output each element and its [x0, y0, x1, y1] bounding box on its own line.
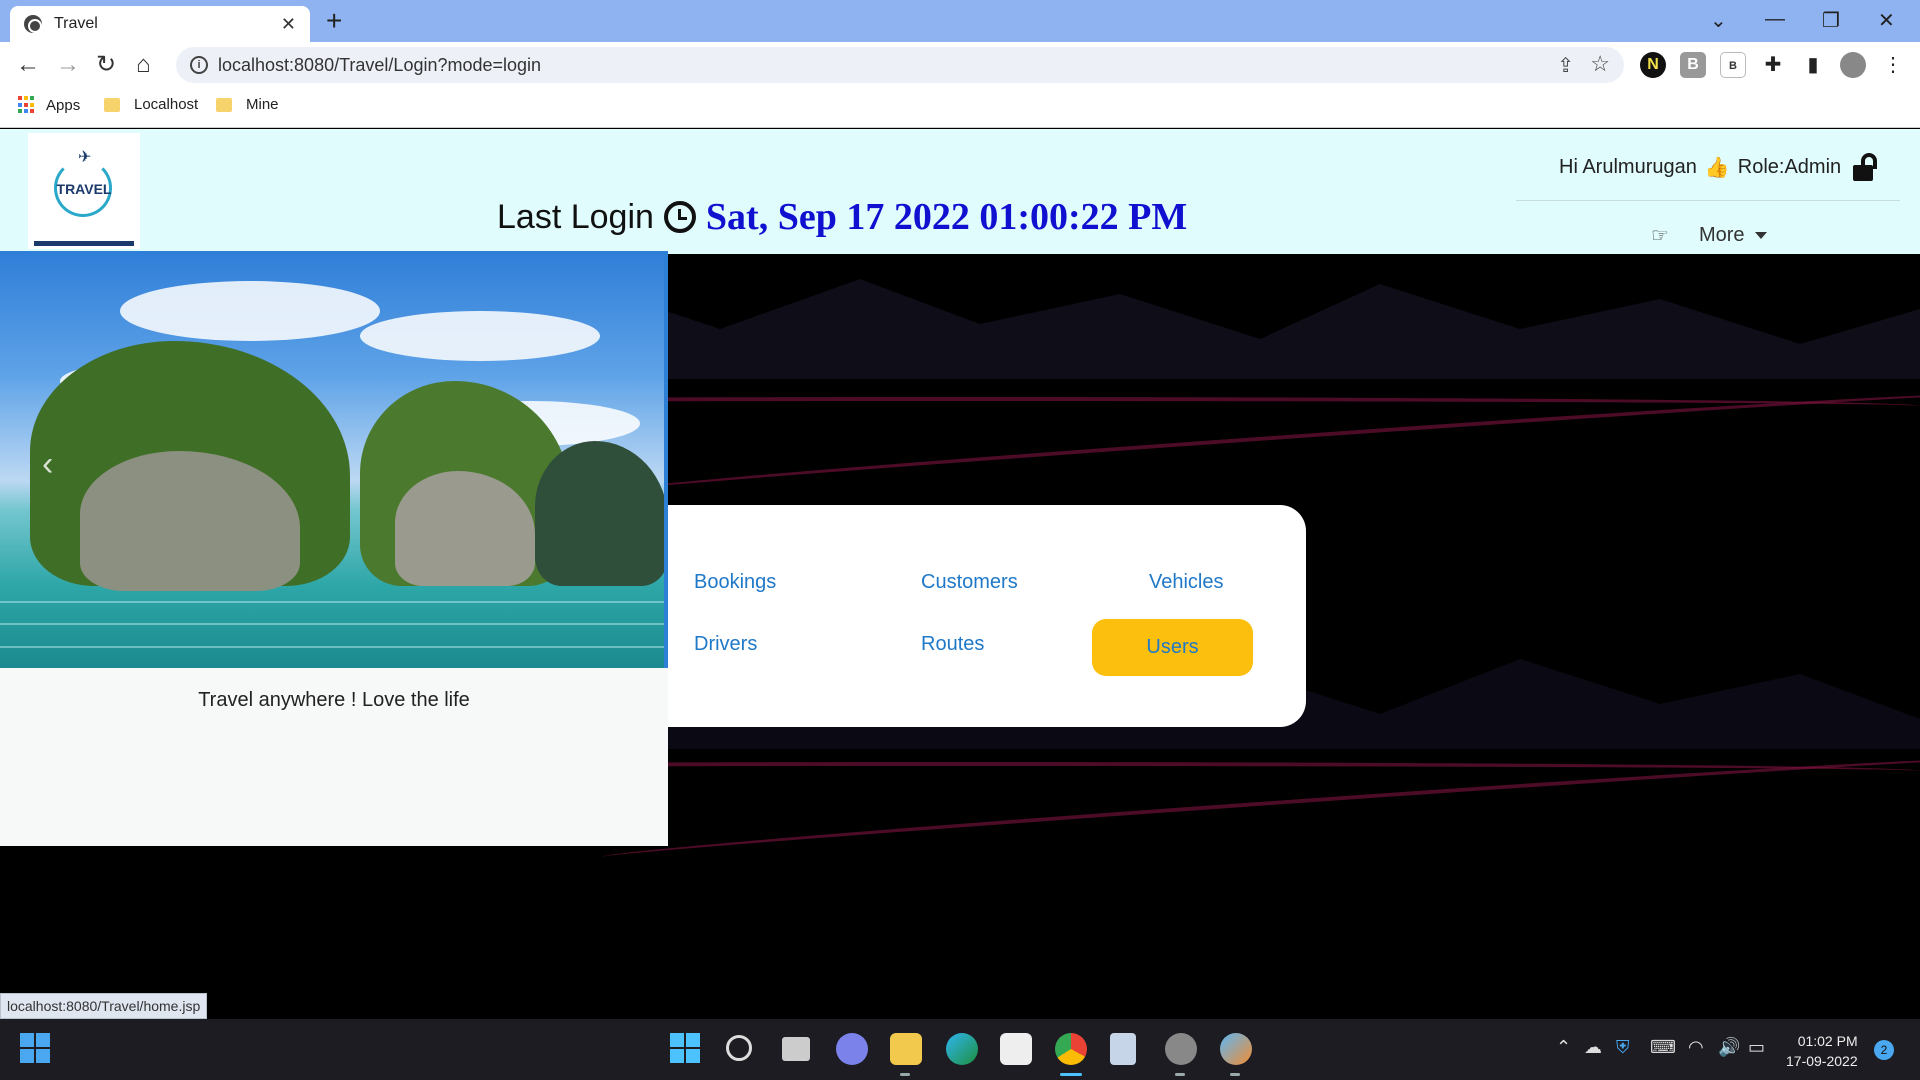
notification-badge[interactable]: 2: [1874, 1040, 1894, 1060]
image-carousel: ‹ Travel anywhere ! Love the life: [0, 251, 668, 846]
side-panel-icon[interactable]: ▮: [1800, 52, 1826, 78]
task-view-icon[interactable]: [782, 1037, 810, 1061]
last-login: Last Login Sat, Sep 17 2022 01:00:22 PM: [497, 195, 1187, 239]
chat-icon[interactable]: [836, 1033, 868, 1065]
extension-b-small-icon[interactable]: B: [1720, 52, 1746, 78]
bookmark-localhost[interactable]: Localhost: [104, 96, 198, 113]
volume-icon[interactable]: 🔊: [1718, 1037, 1740, 1058]
menu-link-vehicles[interactable]: Vehicles: [1149, 571, 1224, 594]
clock-date: 17-09-2022: [1786, 1053, 1858, 1069]
browser-tab-bar: Travel ✕ + ⌄ — ❐ ✕: [0, 0, 1920, 42]
user-greeting: Hi Arulmurugan: [1559, 155, 1697, 178]
logo-text: TRAVEL: [56, 181, 112, 197]
bookmark-label: Apps: [46, 96, 81, 114]
admin-menu-card: Bookings Customers Vehicles Drivers Rout…: [668, 505, 1306, 727]
running-indicator: [1230, 1073, 1240, 1076]
profile-avatar[interactable]: [1840, 52, 1866, 78]
active-indicator: [1060, 1073, 1082, 1076]
back-arrow-icon[interactable]: ←: [16, 50, 40, 80]
carousel-prev-icon[interactable]: ‹: [42, 445, 53, 484]
menu-link-drivers[interactable]: Drivers: [694, 633, 757, 656]
bookmark-label: Mine: [246, 96, 279, 113]
cloud-icon[interactable]: ☁: [1584, 1037, 1602, 1058]
address-bar[interactable]: i localhost:8080/Travel/Login?mode=login…: [176, 47, 1624, 83]
database-icon[interactable]: [1110, 1033, 1136, 1065]
wifi-icon[interactable]: ◠: [1688, 1037, 1704, 1058]
carousel-image: ‹: [0, 251, 668, 668]
user-role: Role:Admin: [1737, 155, 1842, 178]
extension-n-icon[interactable]: N: [1640, 52, 1666, 78]
carousel-caption: Travel anywhere ! Love the life: [198, 689, 470, 711]
bookmark-label: Localhost: [134, 96, 199, 113]
bookmark-apps[interactable]: Apps: [18, 96, 80, 114]
hand-pointer-icon: ☞: [1651, 225, 1669, 247]
system-clock[interactable]: 01:02 PM 17-09-2022: [1786, 1031, 1858, 1071]
keyboard-icon[interactable]: ⌨: [1650, 1037, 1676, 1058]
tab-title: Travel: [54, 15, 98, 32]
start-icon[interactable]: [670, 1033, 700, 1063]
browser-tab-travel[interactable]: Travel ✕: [10, 6, 310, 42]
status-bar-url: localhost:8080/Travel/home.jsp: [0, 993, 208, 1019]
window-close-icon[interactable]: ✕: [1878, 8, 1895, 33]
running-indicator: [900, 1073, 910, 1076]
extension-b-icon[interactable]: B: [1680, 52, 1706, 78]
menu-link-customers[interactable]: Customers: [921, 571, 1018, 594]
running-indicator: [1175, 1073, 1185, 1076]
travel-logo[interactable]: ✈ TRAVEL: [28, 133, 140, 249]
widgets-icon[interactable]: [20, 1033, 50, 1063]
header-divider: [1516, 200, 1900, 201]
clock-icon: [663, 201, 696, 233]
address-url[interactable]: localhost:8080/Travel/Login?mode=login: [218, 55, 541, 76]
caret-down-icon: [1754, 232, 1767, 239]
tab-search-icon[interactable]: ⌄: [1710, 8, 1727, 33]
browser-menu-icon[interactable]: ⋮: [1880, 52, 1906, 78]
battery-icon[interactable]: ▭: [1748, 1037, 1765, 1058]
forward-arrow-icon[interactable]: →: [56, 50, 80, 80]
apps-grid-icon: [18, 96, 36, 114]
edge-icon[interactable]: [946, 1033, 978, 1065]
minimize-icon[interactable]: —: [1765, 8, 1785, 31]
unlock-icon[interactable]: [1853, 153, 1879, 181]
new-tab-button[interactable]: +: [326, 6, 342, 36]
restore-icon[interactable]: ❐: [1822, 8, 1840, 33]
last-login-label: Last Login: [497, 197, 654, 236]
search-icon[interactable]: [726, 1035, 752, 1061]
close-tab-icon[interactable]: ✕: [281, 14, 296, 35]
globe-icon: [24, 15, 42, 33]
bookmark-mine[interactable]: Mine: [216, 96, 279, 113]
chrome-icon[interactable]: [1055, 1033, 1087, 1065]
site-header: ✈ TRAVEL Last Login Sat, Sep 17 2022 01:…: [0, 129, 1920, 254]
last-login-value: Sat, Sep 17 2022 01:00:22 PM: [705, 196, 1188, 238]
store-icon[interactable]: [1000, 1033, 1032, 1065]
bookmarks-bar: Apps Localhost Mine: [0, 88, 1920, 128]
bookmark-star-icon[interactable]: ☆: [1590, 51, 1610, 77]
chevron-up-icon[interactable]: ⌃: [1556, 1037, 1571, 1058]
clock-time: 01:02 PM: [1797, 1033, 1858, 1049]
shield-icon[interactable]: ⛨: [1616, 1037, 1630, 1058]
logo-bar: [34, 241, 134, 246]
share-icon[interactable]: ⇪: [1557, 53, 1574, 78]
settings-gear-icon[interactable]: [1165, 1033, 1197, 1065]
more-label: More: [1698, 224, 1745, 246]
folder-icon: [216, 97, 232, 112]
home-icon[interactable]: ⌂: [136, 50, 151, 80]
page-content: ✈ TRAVEL Last Login Sat, Sep 17 2022 01:…: [0, 129, 1920, 1019]
folder-icon: [104, 97, 120, 112]
browser-toolbar: ← → ↻ ⌂ i localhost:8080/Travel/Login?mo…: [0, 42, 1920, 88]
reload-icon[interactable]: ↻: [96, 50, 116, 80]
thumbs-up-icon: 👍: [1704, 156, 1730, 179]
site-info-icon[interactable]: i: [190, 56, 208, 74]
menu-link-routes[interactable]: Routes: [921, 633, 984, 656]
menu-link-bookings[interactable]: Bookings: [694, 571, 776, 594]
photos-icon[interactable]: [1220, 1033, 1252, 1065]
windows-taskbar: ⌃ ☁ ⛨ ⌨ ◠ 🔊 ▭ 01:02 PM 17-09-2022 2: [0, 1019, 1920, 1080]
user-info: Hi Arulmurugan 👍 Role:Admin: [1559, 153, 1887, 181]
menu-link-users[interactable]: Users: [1092, 619, 1253, 676]
puzzle-extensions-icon[interactable]: ✚: [1760, 52, 1786, 78]
file-explorer-icon[interactable]: [890, 1033, 922, 1065]
more-dropdown[interactable]: ☞ More: [1651, 223, 1767, 248]
